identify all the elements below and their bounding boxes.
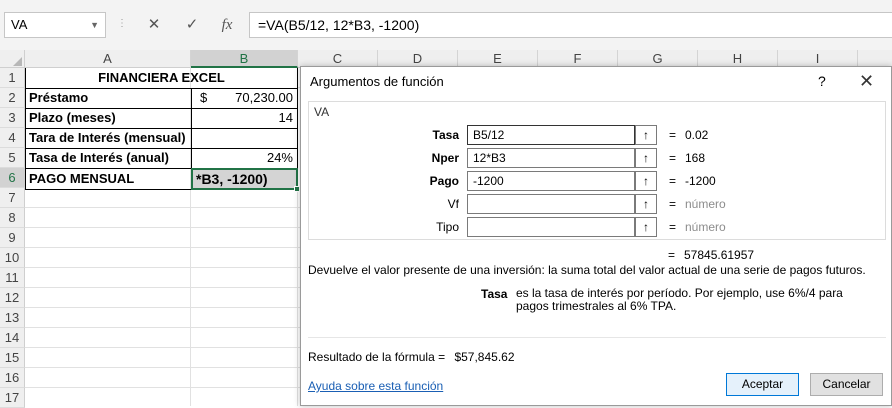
- arg-result-tipo: número: [685, 220, 726, 234]
- drag-handle-icon[interactable]: ⋮: [117, 18, 128, 29]
- enter-icon[interactable]: ✓: [179, 12, 205, 38]
- arg-equals: =: [669, 220, 677, 234]
- collapse-dialog-icon[interactable]: ↑: [635, 217, 657, 237]
- column-header-b[interactable]: B: [191, 50, 298, 68]
- help-link[interactable]: Ayuda sobre esta función: [308, 379, 443, 393]
- row-header[interactable]: 17: [0, 388, 25, 408]
- arg-label-nper: Nper: [431, 151, 459, 165]
- column-header-a[interactable]: A: [25, 50, 191, 68]
- cell-a5[interactable]: Tasa de Interés (anual): [29, 148, 189, 168]
- arg-label-vf: Vf: [447, 197, 459, 211]
- row-header[interactable]: 2: [0, 88, 25, 108]
- collapse-dialog-icon[interactable]: ↑: [635, 171, 657, 191]
- formula-result-label: Resultado de la fórmula =: [308, 350, 446, 364]
- formula-result: Resultado de la fórmula = $57,845.62: [308, 350, 515, 364]
- cell-b6-edit-text: *B3, -1200): [196, 171, 268, 187]
- row-header[interactable]: 4: [0, 128, 25, 148]
- separator: [308, 337, 886, 338]
- function-arguments-dialog: Argumentos de función ? ✕ VA Tasa B5/12 …: [300, 66, 892, 406]
- close-icon[interactable]: ✕: [859, 71, 874, 92]
- help-icon[interactable]: ?: [818, 73, 826, 89]
- function-result-value: 57845.61957: [684, 248, 755, 262]
- collapse-dialog-icon[interactable]: ↑: [635, 194, 657, 214]
- arg-equals: =: [669, 174, 677, 188]
- cell-a3[interactable]: Plazo (meses): [29, 108, 189, 128]
- arg-equals: =: [669, 128, 677, 142]
- select-all-corner[interactable]: [0, 50, 25, 68]
- row-header[interactable]: 10: [0, 248, 25, 268]
- formula-bar-area: VA ▼ ⋮ ✕ ✓ fx =VA(B5/12, 12*B3, -1200): [0, 0, 892, 50]
- ok-button[interactable]: Aceptar: [726, 373, 799, 396]
- arg-equals: =: [669, 197, 677, 211]
- cell-b3[interactable]: 14: [195, 108, 293, 128]
- arg-input-vf[interactable]: [467, 194, 635, 214]
- collapse-dialog-icon[interactable]: ↑: [635, 148, 657, 168]
- arg-label-tasa: Tasa: [432, 128, 459, 142]
- cell-a2[interactable]: Préstamo: [29, 88, 189, 108]
- row-header-selected[interactable]: 6: [0, 168, 25, 188]
- dialog-title: Argumentos de función: [310, 74, 444, 89]
- arg-result-tasa: 0.02: [685, 128, 709, 142]
- cancel-icon[interactable]: ✕: [141, 12, 167, 38]
- arg-input-pago[interactable]: -1200: [467, 171, 635, 191]
- arg-equals: =: [669, 151, 677, 165]
- function-description: Devuelve el valor presente de una invers…: [308, 263, 866, 277]
- row-header[interactable]: 11: [0, 268, 25, 288]
- cell-a6[interactable]: PAGO MENSUAL: [29, 169, 189, 189]
- row-header[interactable]: 15: [0, 348, 25, 368]
- cell-a4[interactable]: Tara de Interés (mensual): [29, 128, 191, 148]
- row-header[interactable]: 1: [0, 68, 25, 88]
- row-header[interactable]: 3: [0, 108, 25, 128]
- arg-result-nper: 168: [685, 151, 706, 165]
- insert-function-icon[interactable]: fx: [214, 12, 240, 38]
- chevron-down-icon[interactable]: ▼: [90, 13, 99, 37]
- name-box-value: VA: [11, 17, 28, 32]
- cell-a1-title[interactable]: FINANCIERA EXCEL: [26, 68, 297, 88]
- arg-label-pago: Pago: [429, 174, 459, 188]
- formula-result-value: $57,845.62: [454, 350, 515, 364]
- row-header[interactable]: 9: [0, 228, 25, 248]
- row-header[interactable]: 14: [0, 328, 25, 348]
- name-box[interactable]: VA ▼: [4, 12, 106, 38]
- arg-help-name: Tasa: [481, 287, 508, 301]
- row-header[interactable]: 12: [0, 288, 25, 308]
- arg-input-nper[interactable]: 12*B3: [467, 148, 635, 168]
- row-header[interactable]: 16: [0, 368, 25, 388]
- selected-cell-b6[interactable]: *B3, -1200): [191, 168, 298, 190]
- arg-input-tasa[interactable]: B5/12: [467, 125, 635, 145]
- formula-input[interactable]: =VA(B5/12, 12*B3, -1200): [249, 12, 892, 38]
- arg-label-tipo: Tipo: [436, 220, 459, 234]
- row-header[interactable]: 13: [0, 308, 25, 328]
- cancel-button[interactable]: Cancelar: [810, 373, 883, 396]
- collapse-dialog-icon[interactable]: ↑: [635, 125, 657, 145]
- function-name: VA: [314, 105, 330, 119]
- row-header[interactable]: 7: [0, 188, 25, 208]
- arg-help-text: es la tasa de interés por período. Por e…: [516, 286, 843, 313]
- cell-b2[interactable]: 70,230.00: [215, 88, 293, 108]
- row-header[interactable]: 8: [0, 208, 25, 228]
- cell-b5[interactable]: 24%: [195, 148, 293, 168]
- function-result-equals: =: [668, 248, 676, 262]
- arg-result-vf: número: [685, 197, 726, 211]
- arg-input-tipo[interactable]: [467, 217, 635, 237]
- row-header[interactable]: 5: [0, 148, 25, 168]
- arguments-group: VA Tasa B5/12 ↑ = 0.02 Nper 12*B3 ↑ = 16…: [308, 101, 886, 240]
- arg-result-pago: -1200: [685, 174, 716, 188]
